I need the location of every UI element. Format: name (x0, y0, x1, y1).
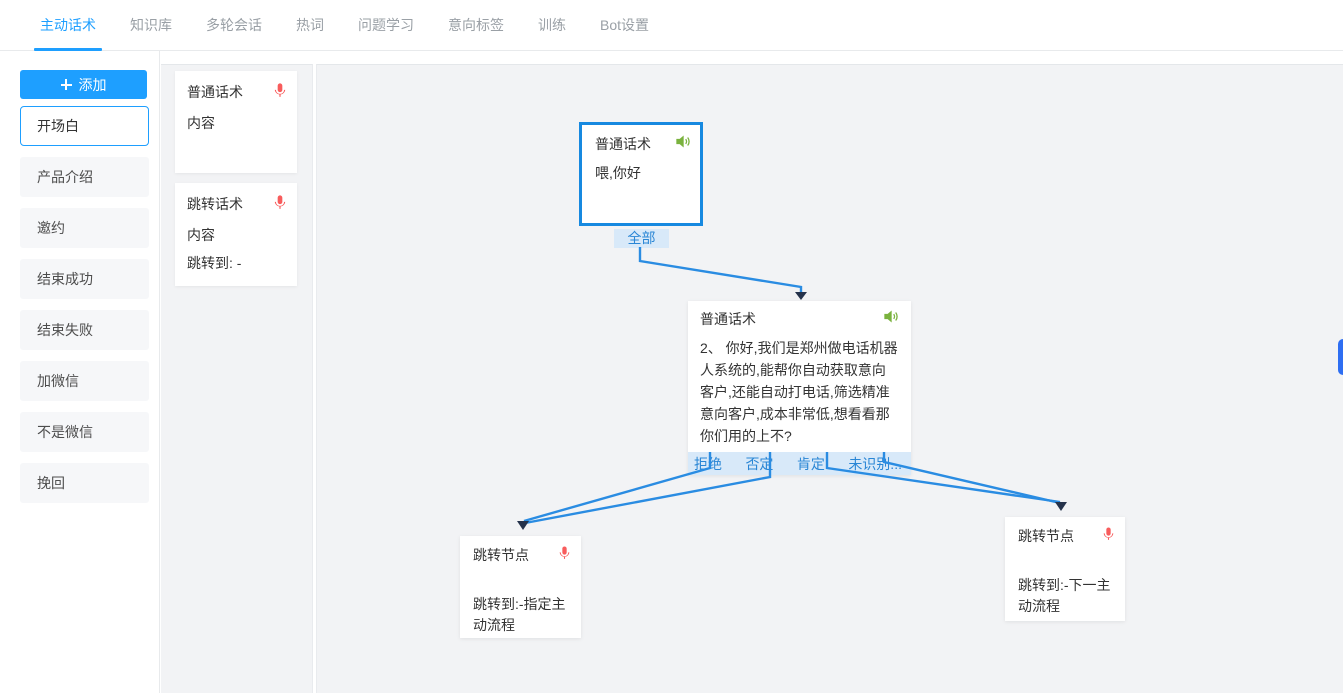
right-drawer-handle[interactable] (1338, 339, 1343, 375)
node-jump-next-flow[interactable]: 跳转节点 跳转到:-下一主动流程 (1005, 517, 1125, 621)
palette-card-content-line: 内容 (187, 113, 287, 133)
top-nav-tabs: 主动话术 知识库 多轮会话 热词 问题学习 意向标签 训练 Bot设置 (0, 0, 1343, 51)
node-title: 普通话术 (700, 309, 756, 329)
flow-item-product-intro[interactable]: 产品介绍 (20, 157, 149, 197)
tab-hot-words[interactable]: 热词 (296, 0, 324, 51)
branch-tag-strip: 拒绝 否定 肯定 未识别... (688, 452, 911, 475)
flow-item-add-wechat[interactable]: 加微信 (20, 361, 149, 401)
node-body-text: 跳转到:-下一主动流程 (1018, 575, 1115, 617)
node-title: 跳转节点 (1018, 526, 1074, 546)
tab-multi-turn[interactable]: 多轮会话 (206, 0, 262, 51)
palette-card-title: 跳转话术 (187, 194, 243, 214)
tab-question-learning[interactable]: 问题学习 (358, 0, 414, 51)
node-body-text: 2、 你好,我们是郑州做电话机器人系统的,能帮你自动获取意向客户,还能自动打电话… (700, 337, 899, 447)
call-bot-script-editor: 主动话术 知识库 多轮会话 热词 问题学习 意向标签 训练 Bot设置 添加 开… (0, 0, 1343, 693)
node-body-text: 喂,你好 (595, 163, 691, 184)
flow-item-opening[interactable]: 开场白 (20, 106, 149, 146)
node-body-text: 跳转到:-指定主动流程 (473, 594, 571, 636)
flow-item-end-success[interactable]: 结束成功 (20, 259, 149, 299)
add-flow-label: 添加 (79, 75, 107, 95)
flow-canvas[interactable]: 普通话术 喂,你好 全部 普通话术 2、 你好,我们是郑州做电话机器人系统的,能… (316, 64, 1343, 693)
palette-card-jump-line: 跳转到: - (187, 253, 287, 273)
branch-tag-reject[interactable]: 拒绝 (690, 454, 726, 474)
node-main-pitch-script[interactable]: 普通话术 2、 你好,我们是郑州做电话机器人系统的,能帮你自动获取意向客户,还能… (688, 301, 911, 475)
node-opening-script[interactable]: 普通话术 喂,你好 (579, 122, 703, 226)
palette-card-title: 普通话术 (187, 82, 243, 102)
branch-tag-all[interactable]: 全部 (614, 229, 669, 248)
palette-card-normal-script[interactable]: 普通话术 内容 (175, 71, 297, 173)
plus-icon (61, 79, 72, 90)
flow-item-win-back[interactable]: 挽回 (20, 463, 149, 503)
mic-icon (273, 194, 287, 212)
tab-bot-settings[interactable]: Bot设置 (600, 0, 649, 51)
node-palette: 普通话术 内容 跳转话术 内容 跳转到: - (161, 64, 313, 693)
flow-item-not-wechat[interactable]: 不是微信 (20, 412, 149, 452)
tab-active-script[interactable]: 主动话术 (40, 0, 96, 51)
palette-card-content-line: 内容 (187, 225, 287, 245)
node-jump-specified-flow[interactable]: 跳转节点 跳转到:-指定主动流程 (460, 536, 581, 638)
tab-intent-labels[interactable]: 意向标签 (448, 0, 504, 51)
mic-icon (273, 82, 287, 100)
branch-tag-negative[interactable]: 否定 (741, 454, 777, 474)
node-title: 跳转节点 (473, 545, 529, 565)
mic-icon (1102, 526, 1115, 543)
flow-item-invite[interactable]: 邀约 (20, 208, 149, 248)
flow-list: 开场白 产品介绍 邀约 结束成功 结束失败 加微信 不是微信 挽回 (20, 106, 159, 503)
tab-training[interactable]: 训练 (538, 0, 566, 51)
mic-icon (558, 545, 571, 562)
speaker-icon[interactable] (883, 309, 899, 324)
flow-sidebar: 添加 开场白 产品介绍 邀约 结束成功 结束失败 加微信 不是微信 挽回 (0, 51, 160, 693)
speaker-icon[interactable] (675, 134, 691, 149)
palette-card-jump-script[interactable]: 跳转话术 内容 跳转到: - (175, 183, 297, 286)
tab-knowledge-base[interactable]: 知识库 (130, 0, 172, 51)
branch-tag-affirm[interactable]: 肯定 (793, 454, 829, 474)
flow-item-end-fail[interactable]: 结束失败 (20, 310, 149, 350)
branch-tag-unrecognized[interactable]: 未识别... (844, 454, 906, 474)
add-flow-button[interactable]: 添加 (20, 70, 147, 99)
node-title: 普通话术 (595, 134, 651, 154)
